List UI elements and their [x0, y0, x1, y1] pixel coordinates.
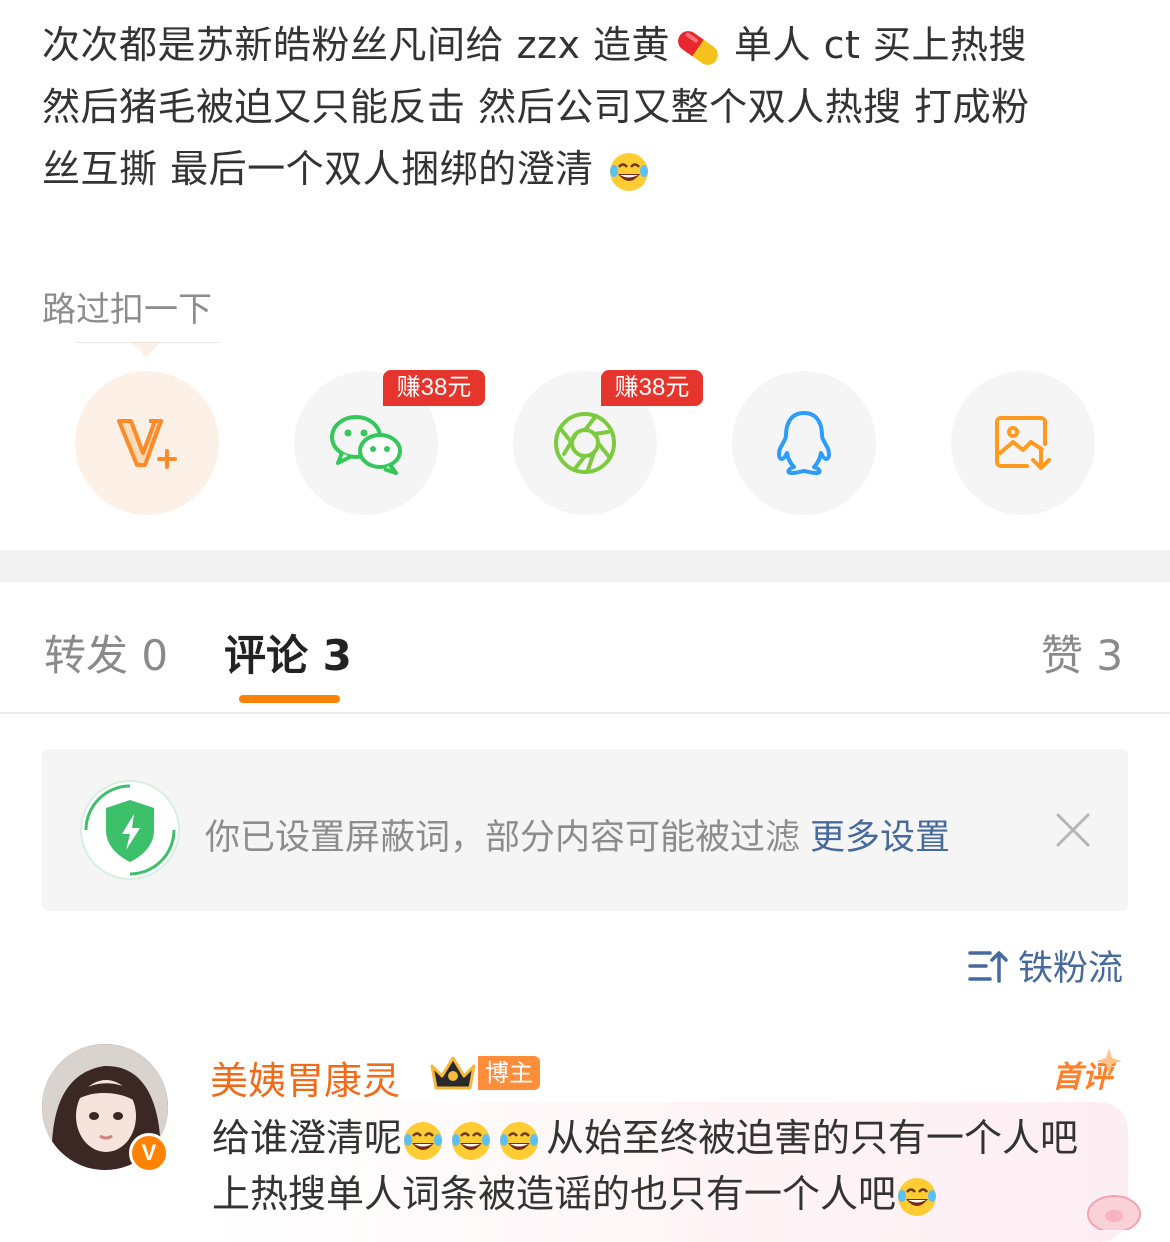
laughing-tears-emoji-icon: [898, 1177, 937, 1216]
wechat-icon: [330, 415, 402, 475]
banner-text: 你已设置屏蔽词，部分内容可能被过滤: [205, 818, 801, 858]
close-icon[interactable]: [1056, 813, 1090, 847]
moments-earn-badge: 赚38元: [601, 370, 703, 406]
pill-emoji-icon: [678, 30, 718, 65]
comment-text-a: 给谁澄清呢: [212, 1116, 403, 1160]
comment-text-c: 上热搜单人词条被造谣的也只有一个人吧: [212, 1172, 897, 1216]
moments-aperture-icon: [554, 412, 616, 474]
pig-sticker-icon: [1087, 1195, 1141, 1230]
laughing-tears-emoji-icon: [404, 1121, 443, 1160]
tag-pointer-caret: [132, 343, 160, 357]
laughing-tears-emoji-icon: [609, 152, 648, 191]
more-settings-link[interactable]: 更多设置: [810, 818, 950, 858]
v-plus-icon: [117, 419, 177, 469]
active-tab-indicator: [239, 695, 340, 703]
tab-comments[interactable]: 评论 3: [224, 622, 352, 683]
comment-username[interactable]: 美姨胃康灵: [210, 1050, 400, 1105]
save-image-icon: [995, 416, 1051, 470]
post-text-line2: 然后猪毛被迫又只能反击 然后公司又整个双人热搜 打成粉: [42, 85, 1030, 129]
sort-lines-icon: [968, 950, 1008, 983]
post-text-line1b: 单人 ct 买上热搜: [734, 23, 1027, 67]
banner-message: 你已设置屏蔽词，部分内容可能被过滤 更多设置: [205, 809, 950, 860]
section-separator: [0, 550, 1170, 582]
share-qq-button[interactable]: [732, 371, 876, 515]
interaction-tabs: 转发 0 评论 3 赞 3: [0, 582, 1170, 714]
laughing-tears-emoji-icon: [452, 1121, 491, 1160]
save-image-button[interactable]: [951, 371, 1095, 515]
tab-repost[interactable]: 转发 0: [44, 622, 168, 683]
blocked-words-banner: 你已设置屏蔽词，部分内容可能被过滤 更多设置: [42, 749, 1128, 911]
sparkle-star-icon: [1096, 1048, 1122, 1074]
topic-tag[interactable]: 路过扣一下: [42, 282, 212, 331]
super-fan-v-plus-button[interactable]: [75, 371, 219, 515]
comment-body: 给谁澄清呢 从始至终被迫害的只有一个人吧 上热搜单人词条被造谣的也只有一个人吧: [212, 1110, 1112, 1222]
blogger-badge: 博主: [478, 1056, 540, 1090]
verified-badge-icon: V: [129, 1133, 169, 1173]
sort-control[interactable]: 铁粉流: [968, 940, 1123, 991]
tab-likes[interactable]: 赞 3: [1041, 622, 1123, 683]
shield-lightning-icon: [80, 780, 180, 880]
crown-icon: [430, 1056, 476, 1090]
qq-penguin-icon: [777, 411, 831, 475]
post-text-line3: 丝互撕 最后一个双人捆绑的澄清: [42, 147, 594, 191]
laughing-tears-emoji-icon: [500, 1121, 539, 1160]
sort-label: 铁粉流: [1018, 949, 1124, 989]
post-text-line1a: 次次都是苏新皓粉丝凡间给 zzx 造黄: [42, 23, 671, 67]
comment-text-b: 从始至终被迫害的只有一个人吧: [546, 1116, 1079, 1160]
post-content: 次次都是苏新皓粉丝凡间给 zzx 造黄 单人 ct 买上热搜 然后猪毛被迫又只能…: [42, 14, 1132, 200]
wechat-earn-badge: 赚38元: [383, 370, 485, 406]
